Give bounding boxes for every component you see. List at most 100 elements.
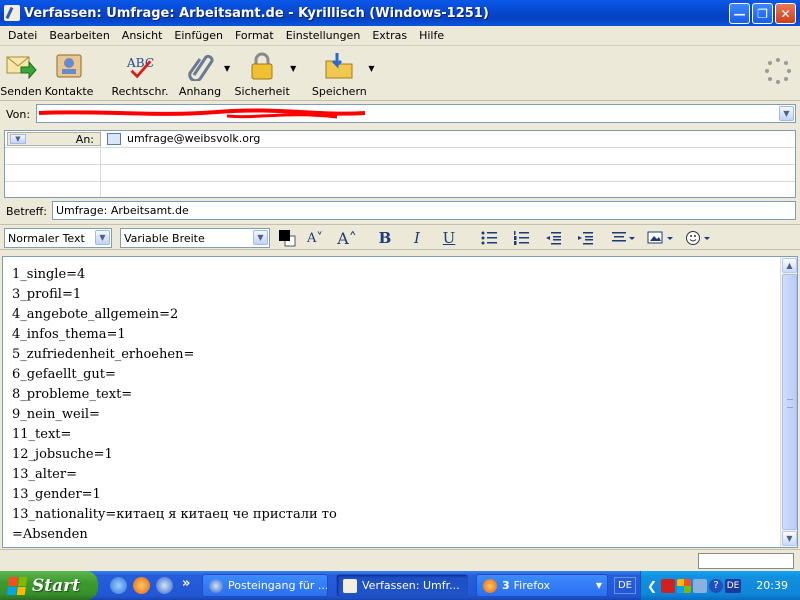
title-bar[interactable]: Verfassen: Umfrage: Arbeitsamt.de - Kyri…	[0, 0, 800, 26]
recipient-row-empty[interactable]	[5, 148, 795, 165]
underline-button[interactable]: U	[438, 228, 460, 248]
text-color-icon	[279, 230, 296, 247]
menu-extras[interactable]: Extras	[366, 29, 413, 42]
italic-button[interactable]: I	[406, 228, 428, 248]
recipient-row-empty[interactable]	[5, 165, 795, 182]
quicklaunch-more-icon[interactable]: »	[182, 576, 190, 591]
language-bar-button[interactable]: DE	[614, 577, 636, 594]
task-inbox-label: Posteingang für ...	[228, 579, 328, 592]
numbered-list-button[interactable]	[510, 228, 532, 248]
text-color-button[interactable]	[276, 228, 298, 248]
menu-format[interactable]: Format	[229, 29, 280, 42]
task-compose-label: Verfassen: Umfr...	[362, 579, 460, 592]
bullet-list-button[interactable]	[478, 228, 500, 248]
body-line: 3_profil=1	[12, 287, 82, 302]
paperclip-icon	[184, 50, 216, 82]
close-button[interactable]: ✕	[775, 3, 796, 24]
subject-input[interactable]: Umfrage: Arbeitsamt.de	[52, 201, 796, 220]
body-line: =Absenden	[12, 527, 88, 542]
redaction-scribble	[38, 108, 366, 119]
recipient-row-empty[interactable]	[5, 182, 795, 197]
menu-ansicht[interactable]: Ansicht	[116, 29, 169, 42]
subject-label: Betreff:	[6, 205, 47, 218]
start-button[interactable]: Start	[0, 571, 98, 600]
security-dropdown-icon[interactable]: ▼	[290, 64, 296, 73]
save-dropdown-icon[interactable]: ▼	[368, 64, 374, 73]
from-dropdown-icon[interactable]: ▼	[779, 106, 794, 121]
chevron-down-icon[interactable]: ▼	[10, 134, 26, 144]
menu-hilfe[interactable]: Hilfe	[413, 29, 450, 42]
body-line: 13_nationality=китаец я китаец че приста…	[12, 507, 337, 522]
scroll-down-icon[interactable]: ▼	[782, 531, 797, 546]
firefox-icon	[483, 578, 497, 593]
font-smaller-icon: A˅	[307, 230, 323, 246]
spellcheck-button[interactable]: ABC Rechtschr.	[110, 50, 170, 98]
insert-button[interactable]	[646, 228, 676, 248]
scroll-up-icon[interactable]: ▲	[782, 258, 797, 273]
recipient-type-select[interactable]: ▼ An:	[7, 132, 101, 146]
compose-app-icon[interactable]	[4, 5, 20, 21]
indent-button[interactable]	[574, 228, 596, 248]
font-smaller-button[interactable]: A˅	[304, 228, 326, 248]
address-card-icon	[107, 132, 121, 145]
task-firefox-group[interactable]: 3 Firefox ▼	[476, 574, 608, 597]
tray-expand-icon[interactable]: ❮	[647, 579, 657, 593]
task-firefox-label: Firefox	[513, 579, 551, 592]
body-line: 5_zufriedenheit_erhoehen=	[12, 347, 195, 362]
bold-button[interactable]: B	[374, 228, 396, 248]
close-icon: ✕	[780, 6, 791, 21]
recipient-address-text: umfrage@weibsvolk.org	[127, 132, 261, 145]
chevron-down-icon[interactable]: ▼	[253, 230, 268, 245]
security-button[interactable]: Sicherheit	[235, 50, 290, 98]
recipient-address[interactable]: umfrage@weibsvolk.org	[107, 132, 260, 145]
thunderbird-quicklaunch-icon[interactable]	[156, 577, 173, 594]
body-line: 1_single=4	[12, 267, 86, 282]
thunderbird-icon	[209, 578, 223, 593]
task-inbox[interactable]: Posteingang für ...	[202, 574, 328, 597]
subject-value: Umfrage: Arbeitsamt.de	[56, 204, 189, 217]
menu-datei[interactable]: Datei	[2, 29, 43, 42]
menu-bearbeiten[interactable]: Bearbeiten	[43, 29, 115, 42]
contacts-icon	[53, 50, 85, 82]
send-icon	[5, 50, 37, 82]
chevron-down-icon[interactable]: ▼	[95, 230, 110, 245]
font-select[interactable]: Variable Breite ▼	[120, 228, 270, 248]
maximize-button[interactable]: ❐	[752, 3, 773, 24]
attach-button[interactable]: Anhang	[179, 50, 221, 98]
minimize-button[interactable]: —	[729, 3, 750, 24]
body-line: 12_jobsuche=1	[12, 447, 113, 462]
paragraph-style-select[interactable]: Normaler Text ▼	[4, 228, 112, 248]
message-body-text: 1_single=4 3_profil=1 4_angebote_allgemein…	[12, 265, 337, 545]
help-tray-icon[interactable]: ?	[709, 578, 724, 593]
outdent-button[interactable]	[542, 228, 564, 248]
recipient-row[interactable]: ▼ An: umfrage@weibsvolk.org	[5, 131, 795, 148]
network-tray-icon[interactable]	[693, 578, 708, 593]
vertical-scrollbar[interactable]: ▲ ▼	[780, 257, 797, 547]
menu-einstellungen[interactable]: Einstellungen	[280, 29, 367, 42]
body-line: 8_probleme_text=	[12, 387, 133, 402]
recipient-type-cell	[5, 182, 101, 197]
antivirus-tray-icon[interactable]	[661, 578, 676, 593]
message-body-editor[interactable]: 1_single=4 3_profil=1 4_angebote_allgemein…	[2, 256, 798, 548]
activity-throbber-icon	[765, 58, 791, 84]
recipient-type-label: An:	[75, 132, 94, 146]
send-button[interactable]: Senden	[0, 50, 42, 98]
scroll-thumb[interactable]	[782, 274, 797, 530]
keyboard-layout-tray-icon[interactable]: DE	[725, 578, 742, 593]
smiley-button[interactable]	[684, 228, 714, 248]
align-button[interactable]	[610, 228, 638, 248]
start-label: Start	[32, 575, 80, 596]
attach-dropdown-icon[interactable]: ▼	[224, 64, 230, 73]
font-larger-button[interactable]: A˄	[336, 228, 358, 248]
security-center-tray-icon[interactable]	[677, 578, 692, 593]
clock[interactable]: 20:39	[756, 579, 788, 592]
task-compose[interactable]: Verfassen: Umfr...	[336, 574, 468, 597]
smiley-icon	[686, 231, 710, 245]
firefox-quicklaunch-icon[interactable]	[133, 577, 150, 594]
from-select[interactable]: ▼	[36, 104, 796, 123]
recipient-type-cell	[5, 148, 101, 164]
contacts-button[interactable]: Kontakte	[44, 50, 94, 98]
menu-einfuegen[interactable]: Einfügen	[168, 29, 229, 42]
save-button[interactable]: Speichern	[312, 50, 367, 98]
explorer-quicklaunch-icon[interactable]	[110, 577, 127, 594]
